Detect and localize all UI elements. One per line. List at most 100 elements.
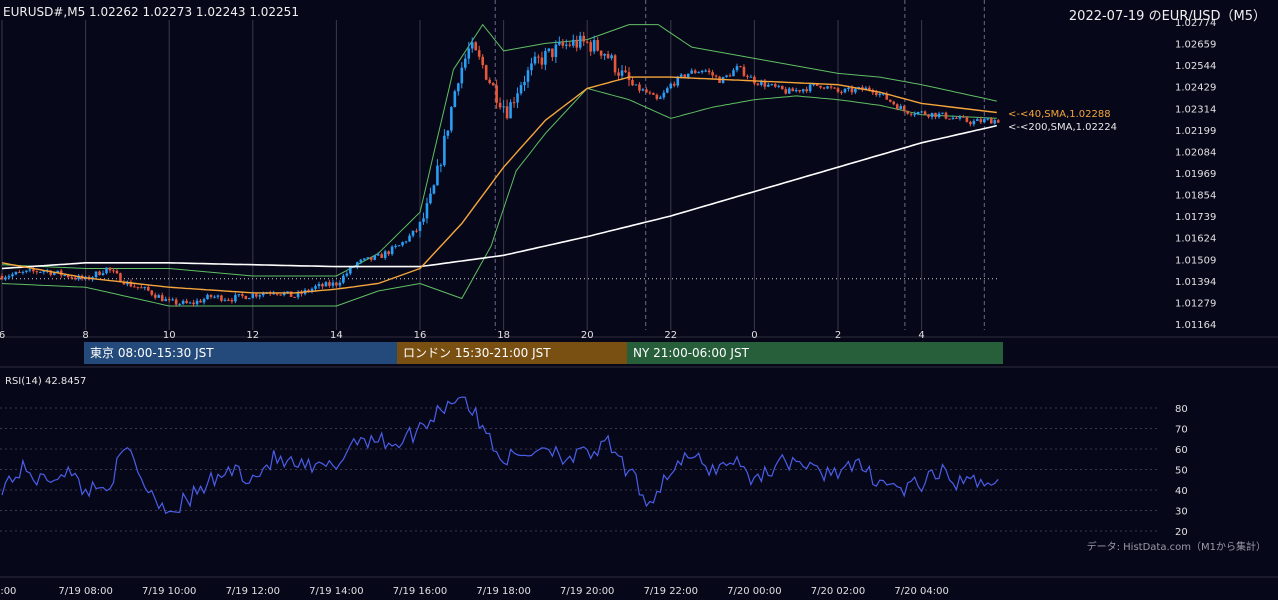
candle bbox=[488, 77, 491, 85]
rsi-y-tick-label: 80 bbox=[1175, 404, 1188, 415]
candle bbox=[568, 41, 572, 48]
candle bbox=[356, 261, 359, 270]
candle bbox=[342, 273, 345, 285]
candle bbox=[714, 74, 718, 79]
x-tick-label: 16 bbox=[414, 330, 427, 341]
candle bbox=[537, 54, 540, 64]
candle bbox=[317, 281, 321, 289]
candle bbox=[335, 281, 338, 288]
candle bbox=[199, 298, 202, 303]
candle bbox=[599, 50, 603, 59]
bollinger-upper bbox=[1, 23, 997, 277]
candle bbox=[638, 82, 641, 94]
session-tokyo: 東京 08:00-15:30 JST bbox=[84, 342, 397, 364]
candle bbox=[652, 92, 655, 95]
candle bbox=[188, 301, 192, 304]
y-tick-label: 1.01279 bbox=[1175, 298, 1216, 309]
y-tick-label: 1.02084 bbox=[1175, 147, 1216, 158]
candle bbox=[136, 286, 140, 290]
candle bbox=[613, 53, 617, 76]
candle bbox=[728, 73, 732, 78]
candle bbox=[220, 294, 223, 303]
candle bbox=[401, 241, 404, 247]
rsi-x-tick-label: 7/19 18:00 bbox=[476, 586, 530, 597]
candle bbox=[732, 68, 735, 77]
candle bbox=[780, 85, 784, 90]
candle bbox=[133, 284, 136, 288]
candle bbox=[460, 62, 464, 89]
candle bbox=[502, 100, 505, 113]
candle bbox=[794, 87, 798, 93]
candle bbox=[328, 279, 331, 288]
candle bbox=[544, 47, 547, 71]
candle bbox=[707, 68, 711, 75]
candle bbox=[206, 293, 209, 300]
candle bbox=[756, 82, 760, 86]
candle bbox=[606, 50, 610, 59]
candle bbox=[157, 293, 161, 298]
candle bbox=[404, 240, 408, 244]
candle bbox=[324, 281, 328, 287]
candle bbox=[526, 66, 530, 88]
candle bbox=[119, 272, 122, 282]
candle bbox=[948, 118, 951, 120]
candle bbox=[742, 64, 746, 78]
chart-canvas: 6 8 10 12 14 16 18 20 22 0 2 41.027741.026591.02544… bbox=[0, 0, 1278, 597]
candle bbox=[913, 111, 916, 118]
y-tick-label: 1.01739 bbox=[1175, 212, 1216, 223]
candle bbox=[160, 292, 164, 302]
y-tick-label: 1.01164 bbox=[1175, 320, 1216, 331]
candle bbox=[293, 296, 296, 298]
candle bbox=[659, 95, 662, 100]
annotation-sma40: <-<40,SMA,1.02288 bbox=[1008, 109, 1111, 120]
candle bbox=[540, 51, 544, 70]
y-tick-label: 1.02314 bbox=[1175, 104, 1216, 115]
session-london: ロンドン 15:30-21:00 JST bbox=[397, 342, 627, 364]
candle bbox=[669, 82, 673, 90]
candle bbox=[801, 88, 805, 94]
candle bbox=[777, 84, 781, 89]
candle bbox=[171, 297, 174, 301]
candle bbox=[105, 267, 108, 275]
candle bbox=[4, 275, 7, 281]
candle bbox=[819, 85, 822, 89]
candle bbox=[617, 68, 620, 80]
rsi-x-tick-label: 7/19 12:00 bbox=[226, 586, 280, 597]
candle bbox=[892, 100, 896, 106]
candle bbox=[648, 90, 652, 95]
candle bbox=[321, 282, 324, 289]
candle bbox=[547, 48, 551, 53]
y-tick-label: 1.01394 bbox=[1175, 277, 1216, 288]
candle bbox=[916, 111, 920, 116]
rsi-x-tick-label: 7/20 02:00 bbox=[811, 586, 865, 597]
x-tick-label: 6 bbox=[0, 330, 5, 341]
candles bbox=[0, 31, 1000, 307]
candle bbox=[672, 81, 676, 88]
candle bbox=[495, 79, 498, 109]
candle bbox=[749, 74, 753, 78]
rsi-x-tick-label: 7/20 00:00 bbox=[727, 586, 781, 597]
candle bbox=[519, 81, 523, 96]
candle bbox=[641, 87, 645, 92]
x-tick-label: 14 bbox=[330, 330, 343, 341]
candle bbox=[836, 87, 840, 94]
candle bbox=[533, 51, 537, 66]
y-tick-label: 1.01624 bbox=[1175, 234, 1216, 245]
candle bbox=[258, 293, 262, 300]
y-tick-label: 1.01509 bbox=[1175, 255, 1216, 266]
candle bbox=[530, 57, 533, 76]
candle bbox=[624, 65, 627, 74]
candle bbox=[115, 268, 119, 274]
candle bbox=[14, 271, 18, 276]
candle bbox=[509, 99, 512, 119]
candle bbox=[805, 86, 808, 94]
candle bbox=[589, 39, 592, 56]
y-tick-label: 1.01854 bbox=[1175, 191, 1216, 202]
x-tick-label: 12 bbox=[246, 330, 259, 341]
candle bbox=[516, 87, 519, 109]
candle bbox=[920, 110, 923, 114]
candle bbox=[996, 118, 1000, 124]
candle bbox=[558, 36, 561, 46]
candle bbox=[150, 289, 154, 297]
candle bbox=[415, 228, 418, 233]
